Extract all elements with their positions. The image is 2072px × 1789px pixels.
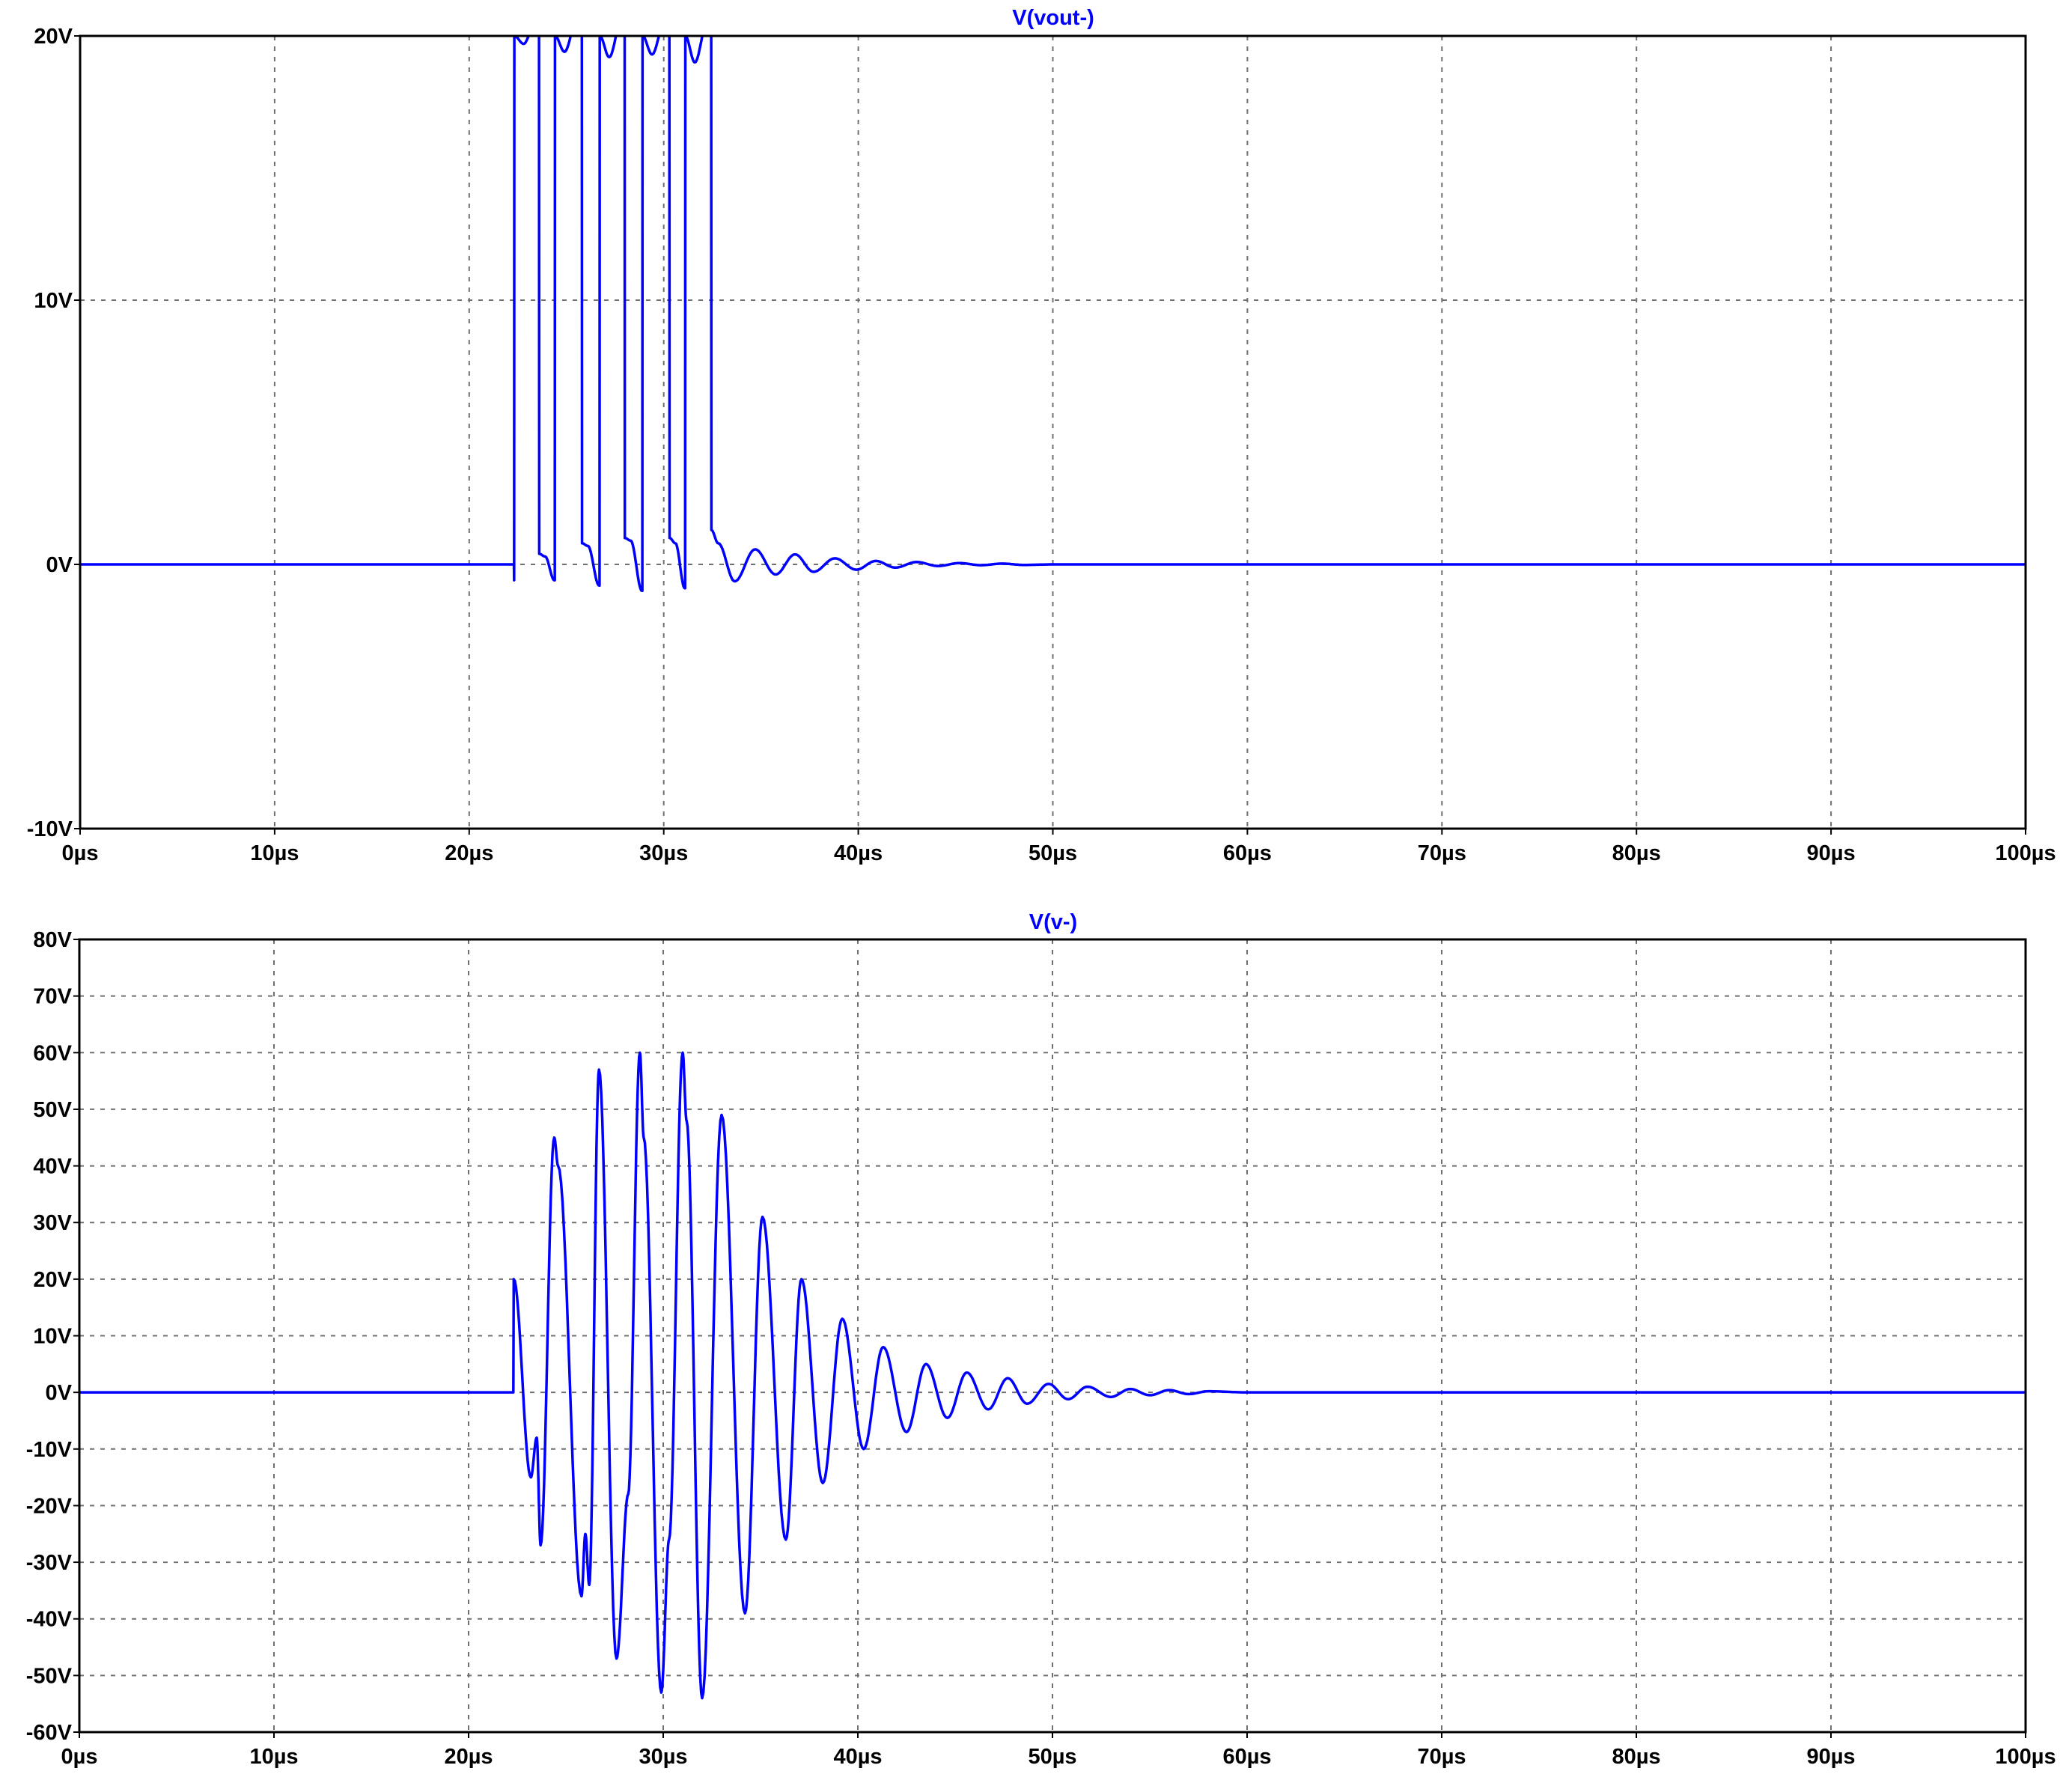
trace-label-vminus[interactable]: V(v-) bbox=[1029, 910, 1077, 934]
x-tick-label: 90µs bbox=[1807, 841, 1856, 865]
x-tick-label: 80µs bbox=[1612, 841, 1661, 865]
x-tick-label: 100µs bbox=[1995, 841, 2056, 865]
x-tick-label: 30µs bbox=[639, 841, 688, 865]
x-tick-label: 20µs bbox=[444, 1745, 493, 1769]
x-tick-label: 70µs bbox=[1418, 841, 1466, 865]
x-tick-label: 10µs bbox=[249, 1745, 298, 1769]
y-tick-label: 20V bbox=[33, 1268, 72, 1292]
x-tick-label: 100µs bbox=[1995, 1745, 2056, 1769]
x-tick-label: 50µs bbox=[1028, 1745, 1076, 1769]
y-tick-label: -10V bbox=[26, 1438, 73, 1462]
y-tick-label: 40V bbox=[33, 1155, 72, 1179]
y-tick-label: 10V bbox=[33, 1325, 72, 1349]
y-tick-label: 0V bbox=[46, 1381, 73, 1405]
y-tick-label: 70V bbox=[33, 985, 72, 1009]
x-tick-label: 40µs bbox=[833, 1745, 882, 1769]
x-tick-label: 80µs bbox=[1612, 1745, 1660, 1769]
y-tick-label: -60V bbox=[26, 1721, 73, 1745]
y-tick-label: 60V bbox=[33, 1041, 72, 1065]
trace-label-vout[interactable]: V(vout-) bbox=[1012, 6, 1094, 30]
y-tick-label: 10V bbox=[34, 289, 73, 313]
y-tick-label: 0V bbox=[46, 553, 73, 577]
y-tick-label: -40V bbox=[26, 1608, 73, 1632]
x-tick-label: 0µs bbox=[62, 841, 99, 865]
x-tick-label: 60µs bbox=[1222, 1745, 1271, 1769]
x-tick-label: 40µs bbox=[834, 841, 883, 865]
waveform-viewer: 0µs 10µs 20µs 30µs 40µs 50µs 60µs 70µs 80µs 90µs 1… bbox=[26, 6, 2056, 1769]
y-tick-label: 80V bbox=[33, 928, 72, 952]
y-tick-label: -10V bbox=[27, 817, 73, 841]
x-tick-label: 20µs bbox=[445, 841, 493, 865]
y-tick-label: -30V bbox=[26, 1551, 73, 1575]
y-tick-label: -20V bbox=[26, 1494, 73, 1518]
y-tick-label: -50V bbox=[26, 1664, 73, 1688]
x-tick-label: 70µs bbox=[1417, 1745, 1466, 1769]
y-tick-label: 50V bbox=[33, 1098, 72, 1122]
x-tick-label: 30µs bbox=[639, 1745, 687, 1769]
y-tick-label: 30V bbox=[33, 1211, 72, 1235]
x-tick-label: 0µs bbox=[61, 1745, 98, 1769]
y-tick-label: 20V bbox=[34, 25, 73, 49]
x-tick-label: 10µs bbox=[250, 841, 299, 865]
plot-pane-vminus[interactable]: 0µs 10µs 20µs 30µs 40µs 50µs 60µs 70µs 80µs 90µs 1… bbox=[26, 910, 2056, 1769]
x-tick-label: 60µs bbox=[1223, 841, 1272, 865]
x-tick-label: 50µs bbox=[1029, 841, 1077, 865]
x-tick-label: 90µs bbox=[1806, 1745, 1855, 1769]
plot-pane-vout[interactable]: 0µs 10µs 20µs 30µs 40µs 50µs 60µs 70µs 80µs 90µs 1… bbox=[27, 6, 2056, 865]
